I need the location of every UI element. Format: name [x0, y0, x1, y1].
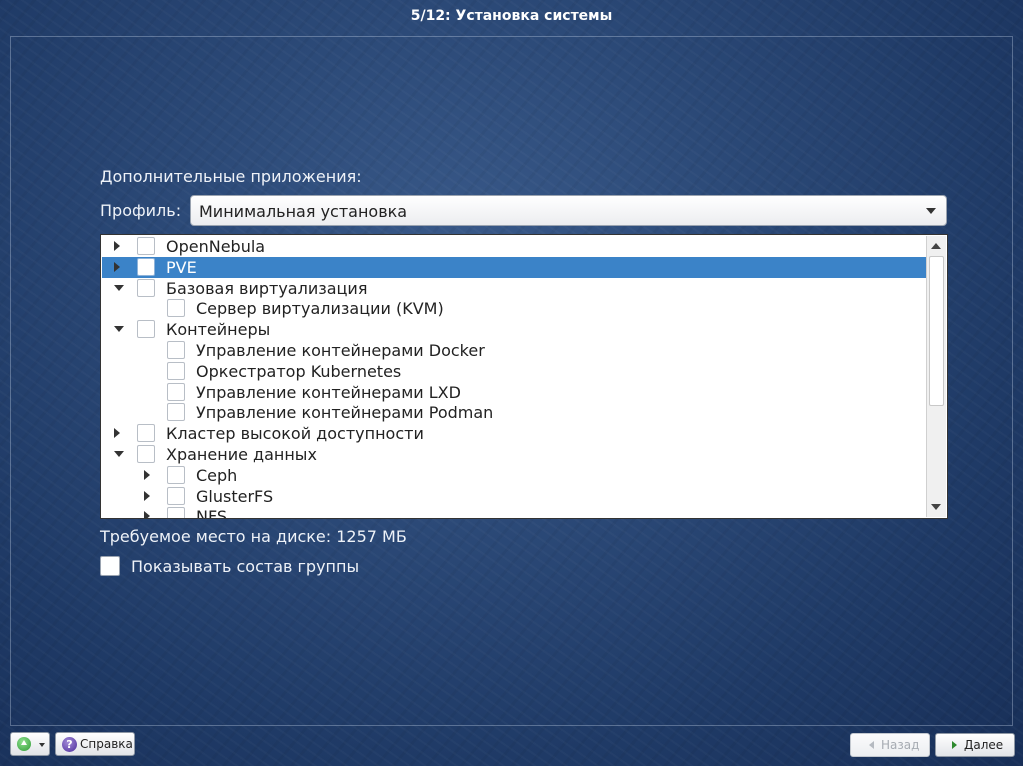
extra-menu-button[interactable]: [10, 732, 50, 756]
tree-row-label: Управление контейнерами Docker: [196, 341, 485, 360]
dropdown-arrow-icon: [39, 743, 45, 747]
tree-row-checkbox[interactable]: [137, 257, 155, 276]
tree-row-checkbox[interactable]: [167, 382, 185, 401]
expander-right-icon[interactable]: [144, 469, 150, 480]
tree-row[interactable]: OpenNebula: [102, 236, 926, 257]
profile-select[interactable]: Минимальная установка: [190, 195, 947, 226]
tree-scrollbar[interactable]: [926, 236, 946, 517]
tree-row[interactable]: Управление контейнерами Docker: [102, 340, 926, 361]
next-arrow-icon: [952, 741, 957, 749]
tree-row-label: Ceph: [196, 465, 238, 485]
tree-row-label: Оркестратор Kubernetes: [196, 361, 402, 381]
tree-row[interactable]: Контейнеры: [102, 319, 926, 340]
section-label: Дополнительные приложения:: [100, 167, 362, 186]
tree-row[interactable]: Кластер высокой доступности: [102, 423, 926, 444]
back-button-label: Назад: [881, 738, 920, 752]
expander-right-icon[interactable]: [114, 241, 120, 251]
tree-row-checkbox[interactable]: [167, 403, 185, 422]
tree-row-checkbox[interactable]: [137, 445, 155, 463]
tree-row-label: Сервер виртуализации (KVM): [196, 299, 444, 319]
tree-row[interactable]: PVE: [102, 256, 926, 278]
chevron-down-icon: [926, 208, 936, 214]
tree-row[interactable]: GlusterFS: [102, 486, 926, 507]
tree-row-checkbox[interactable]: [167, 507, 185, 518]
tree-row-label: Кластер высокой доступности: [166, 424, 424, 444]
tree-row[interactable]: Управление контейнерами Podman: [102, 402, 926, 423]
profile-select-value: Минимальная установка: [199, 202, 408, 221]
question-icon: ?: [62, 737, 77, 752]
scroll-up-icon[interactable]: [931, 243, 941, 249]
tree-row-label: OpenNebula: [166, 237, 266, 256]
tree-row[interactable]: Оркестратор Kubernetes: [102, 361, 926, 382]
tree-row-label: Управление контейнерами LXD: [196, 382, 461, 402]
tree-row[interactable]: Хранение данных: [102, 444, 926, 465]
tree-row-label: Управление контейнерами Podman: [196, 403, 494, 423]
tree-row[interactable]: Сервер виртуализации (KVM): [102, 298, 926, 319]
tree-row-label: Хранение данных: [166, 445, 317, 464]
profile-label: Профиль:: [100, 201, 182, 220]
tree-row-checkbox[interactable]: [137, 320, 155, 339]
tree-row-checkbox[interactable]: [167, 486, 185, 505]
window-title: 5/12: Установка системы: [410, 8, 613, 24]
packages-tree[interactable]: OpenNebula PVE Базовая виртуализация Сервер…: [100, 234, 948, 519]
tree-row-checkbox[interactable]: [137, 237, 155, 255]
tree-row-label: NFS: [196, 507, 228, 519]
disk-space-info: Требуемое место на диске: 1257 МБ: [100, 527, 407, 546]
expander-down-icon[interactable]: [114, 284, 124, 291]
tree-row-label: Контейнеры: [166, 320, 271, 340]
tree-row-checkbox[interactable]: [167, 299, 185, 318]
tree-row-label: Базовая виртуализация: [166, 278, 368, 298]
back-button[interactable]: Назад: [850, 733, 930, 757]
next-button[interactable]: Далее: [935, 733, 1015, 757]
tree-row[interactable]: Управление контейнерами LXD: [102, 382, 926, 403]
tree-row[interactable]: Базовая виртуализация: [102, 278, 926, 299]
tree-row-checkbox[interactable]: [167, 361, 185, 380]
help-button-label: Справка: [80, 737, 133, 751]
expander-right-icon[interactable]: [114, 428, 120, 439]
up-arrow-glyph: [21, 740, 27, 745]
tree-row-label: GlusterFS: [196, 486, 274, 506]
back-arrow-icon: [869, 741, 874, 749]
show-group-checkbox[interactable]: [100, 556, 120, 576]
tree-row-label: PVE: [166, 257, 197, 277]
tree-row-checkbox[interactable]: [137, 424, 155, 443]
expander-right-icon[interactable]: [114, 261, 120, 272]
next-button-label: Далее: [964, 738, 1004, 752]
help-button[interactable]: ? Справка: [55, 732, 135, 756]
tree-row-checkbox[interactable]: [137, 278, 155, 297]
tree-row-checkbox[interactable]: [167, 341, 185, 359]
scroll-down-icon[interactable]: [931, 504, 941, 510]
scroll-thumb[interactable]: [929, 256, 944, 406]
tree-row-checkbox[interactable]: [167, 465, 185, 484]
show-group-label[interactable]: Показывать состав группы: [131, 557, 359, 576]
expander-right-icon[interactable]: [144, 490, 150, 501]
tree-row[interactable]: Ceph: [102, 465, 926, 486]
expander-right-icon[interactable]: [144, 511, 150, 518]
tree-row[interactable]: NFS: [102, 506, 926, 519]
expander-down-icon[interactable]: [114, 451, 124, 457]
expander-down-icon[interactable]: [114, 326, 124, 333]
